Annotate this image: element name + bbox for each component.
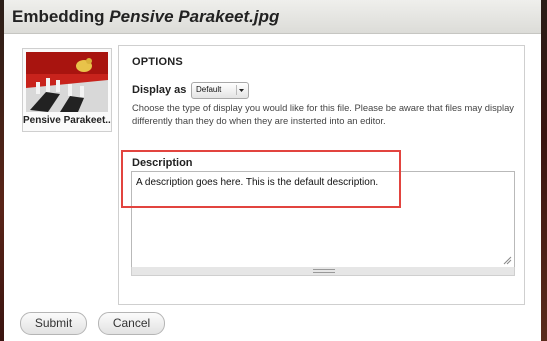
textarea-resize-bar[interactable]: [131, 267, 515, 276]
resize-grip-icon: [313, 269, 335, 273]
display-as-label: Display as: [132, 84, 187, 96]
display-help-text: Choose the type of display you would lik…: [132, 102, 514, 126]
description-text: A description goes here. This is the def…: [136, 177, 379, 188]
description-textarea[interactable]: A description goes here. This is the def…: [131, 171, 515, 268]
file-preview-label: Pensive Parakeet...: [23, 115, 111, 126]
dialog-title-prefix: Embedding: [12, 7, 110, 26]
resize-corner-icon[interactable]: [503, 256, 512, 265]
file-preview-card: Pensive Parakeet...: [22, 48, 112, 132]
dialog-titlebar: Embedding Pensive Parakeet.jpg: [4, 0, 541, 34]
file-thumbnail: [26, 52, 108, 112]
dialog-title: Embedding Pensive Parakeet.jpg: [12, 7, 279, 27]
description-label: Description: [132, 157, 193, 169]
display-as-value: Default: [196, 85, 222, 94]
submit-button[interactable]: Submit: [20, 312, 87, 335]
embed-dialog: Embedding Pensive Parakeet.jpg Pensive P…: [4, 0, 541, 341]
dropdown-arrow-icon: [236, 85, 244, 95]
options-panel: OPTIONS Display as Default Choose the ty…: [118, 45, 525, 305]
options-heading: OPTIONS: [132, 56, 183, 68]
display-as-select[interactable]: Default: [191, 82, 249, 99]
page-edge-right: [541, 0, 547, 341]
cancel-button[interactable]: Cancel: [98, 312, 165, 335]
dialog-title-filename: Pensive Parakeet.jpg: [109, 7, 280, 26]
